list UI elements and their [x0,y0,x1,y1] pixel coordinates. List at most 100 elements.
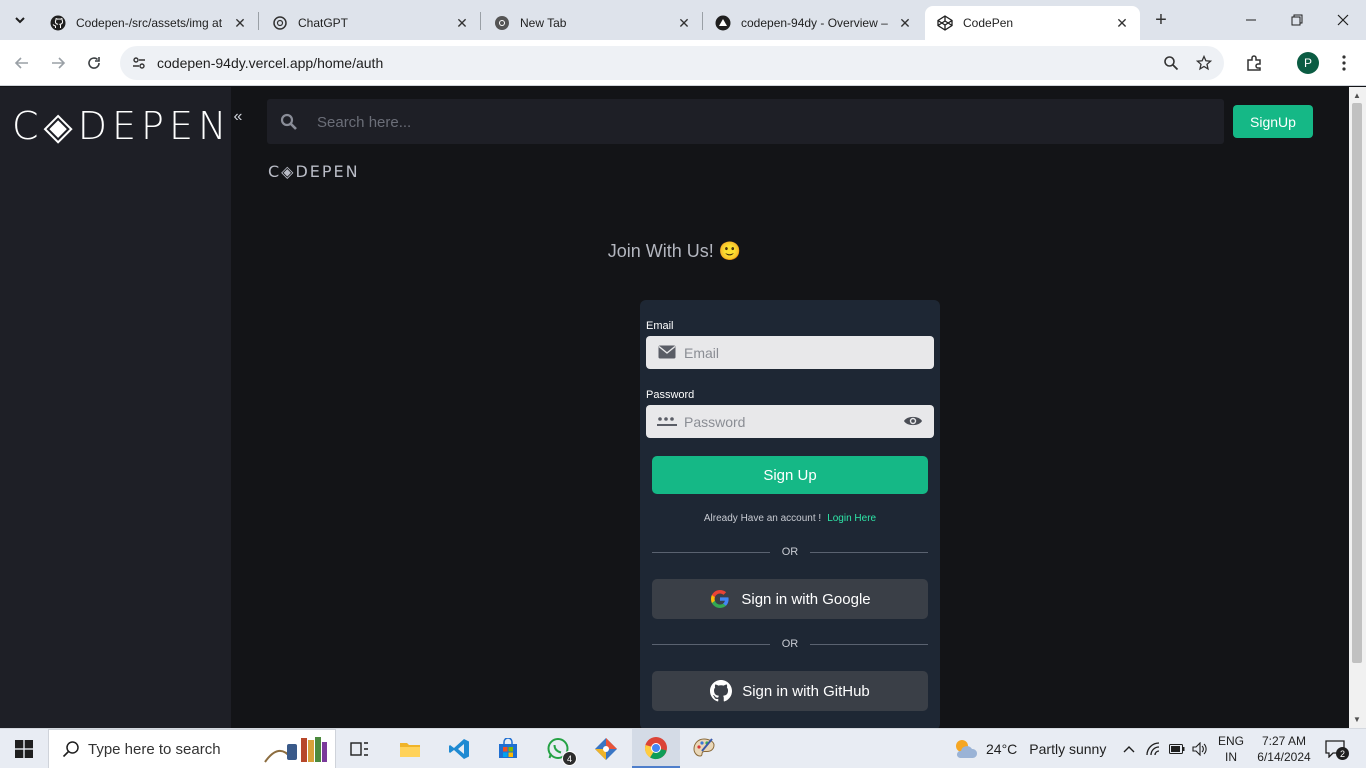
close-icon[interactable]: ✕ [232,15,248,31]
close-window-button[interactable] [1320,0,1366,40]
git-app-button[interactable] [582,729,630,768]
email-input[interactable] [684,336,894,369]
close-icon[interactable]: ✕ [897,15,913,31]
wifi-icon [1146,742,1160,756]
profile-avatar[interactable]: P [1297,52,1319,74]
paint-button[interactable] [680,729,728,768]
or-divider: OR [652,638,928,650]
back-button[interactable] [9,50,35,76]
browser-tab-strip: Codepen-/src/assets/img at ✕ ChatGPT ✕ N… [0,0,1366,40]
email-field[interactable] [646,336,934,369]
close-icon[interactable]: ✕ [454,15,470,31]
github-icon [710,680,733,702]
codepen-icon [937,15,953,31]
search-input[interactable] [317,107,1197,137]
taskbar-search[interactable]: Type here to search [48,729,336,768]
microsoft-store-button[interactable] [484,729,532,768]
github-signin-button[interactable]: Sign in with GitHub [652,671,928,711]
login-prompt: Already Have an account ! Login Here [640,513,940,524]
language-code: ENG [1218,734,1245,748]
notification-center-button[interactable]: 2 [1322,737,1349,761]
volume-button[interactable] [1189,729,1211,768]
weather-condition: Partly sunny [1029,741,1107,757]
tab-codepen[interactable]: CodePen ✕ [925,6,1140,40]
speaker-icon [1192,742,1207,756]
address-bar[interactable]: codepen-94dy.vercel.app/home/auth [120,46,1224,80]
tab-chatgpt[interactable]: ChatGPT ✕ [260,6,480,40]
battery-icon [1169,744,1185,754]
divider-line [810,643,928,645]
restore-button[interactable] [1274,0,1320,40]
google-signin-button[interactable]: Sign in with Google [652,579,928,619]
divider-line [652,551,770,553]
task-view-button[interactable] [336,729,384,768]
windows-logo-icon [15,740,33,758]
tab-vercel[interactable]: codepen-94dy - Overview – ✕ [703,6,923,40]
password-field[interactable] [646,405,934,438]
sign-up-button[interactable]: Sign Up [652,456,928,494]
reload-button[interactable] [81,50,107,76]
store-icon [499,738,517,758]
bookmark-star-icon[interactable] [1193,52,1215,74]
search-bar [267,99,1224,144]
sidebar-collapse-button[interactable]: « [229,107,247,127]
tab-github[interactable]: Codepen-/src/assets/img at ✕ [38,6,258,40]
network-button[interactable] [1143,729,1165,768]
zoom-icon[interactable] [1160,52,1182,74]
chrome-icon [494,15,510,31]
browser-toolbar: codepen-94dy.vercel.app/home/auth P [0,40,1366,86]
signup-form-card: Email Password Sign Up Already Have an a… [640,300,940,728]
tab-title: codepen-94dy - Overview – [741,16,888,30]
site-settings-icon[interactable] [130,54,148,72]
forward-button[interactable] [45,50,71,76]
weather-widget[interactable]: 24°C Partly sunny [952,729,1106,768]
whatsapp-badge: 4 [562,751,577,766]
chevron-up-icon [1123,746,1135,753]
envelope-icon [657,344,677,360]
or-text: OR [781,638,799,650]
restore-icon [1291,14,1303,26]
start-button[interactable] [0,729,48,768]
system-clock[interactable]: 7:27 AM 6/14/2024 [1252,733,1316,765]
password-input[interactable] [684,405,894,438]
scroll-down-arrow-icon[interactable]: ▼ [1353,715,1361,724]
codepen-logo[interactable]: C◈DEPEN [12,104,231,148]
chatgpt-icon [272,15,288,31]
arrow-right-icon [52,57,66,69]
login-link[interactable]: Login Here [827,513,876,524]
eye-icon[interactable] [903,413,923,429]
notification-count: 2 [1336,747,1349,760]
show-hidden-icons-button[interactable] [1118,729,1140,768]
minimize-button[interactable] [1228,0,1274,40]
email-label: Email [646,320,674,332]
new-tab-button[interactable]: + [1150,9,1172,31]
vscode-button[interactable] [435,729,483,768]
codepen-small-logo[interactable]: C◈DEPEN [268,162,360,181]
whatsapp-button[interactable]: 4 [534,729,582,768]
close-icon[interactable]: ✕ [676,15,692,31]
minimize-icon [1246,19,1256,21]
scroll-up-arrow-icon[interactable]: ▲ [1353,91,1361,100]
scroll-thumb[interactable] [1352,103,1362,663]
page-scrollbar[interactable]: ▲ ▼ [1349,87,1366,728]
battery-button[interactable] [1166,729,1188,768]
tab-new-tab[interactable]: New Tab ✕ [482,6,702,40]
sidebar: C◈DEPEN [0,87,231,728]
signup-button[interactable]: SignUp [1233,105,1313,138]
task-view-icon [350,742,368,756]
extensions-icon[interactable] [1242,51,1266,75]
tab-title: CodePen [963,16,1014,30]
tab-search-button[interactable] [8,8,32,32]
file-explorer-button[interactable] [386,729,434,768]
close-icon[interactable]: ✕ [1114,15,1130,31]
taskbar-search-placeholder: Type here to search [88,740,221,758]
git-diamond-icon [595,738,617,760]
input-language[interactable]: ENG IN [1218,733,1244,765]
tab-title: ChatGPT [298,16,349,30]
browser-menu-icon[interactable] [1332,51,1356,75]
partly-sunny-icon [956,740,978,758]
paint-palette-icon [693,738,715,757]
vscode-icon [449,739,469,759]
chrome-button[interactable] [632,729,680,768]
search-icon [61,739,81,759]
